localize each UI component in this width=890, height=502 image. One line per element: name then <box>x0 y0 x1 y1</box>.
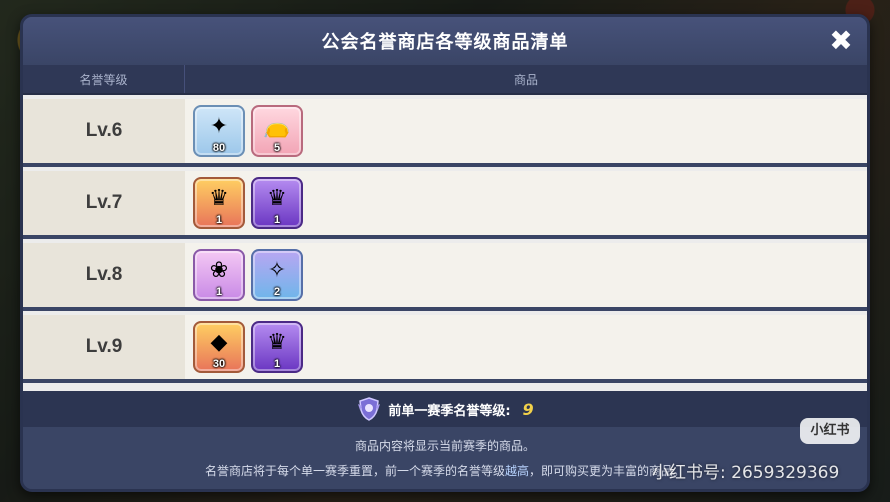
shop-item[interactable]: ♛ 1 <box>251 177 303 229</box>
watermark-id: 小红书号: 2659329369 <box>652 463 840 483</box>
star-shard-icon: ✦ <box>209 114 229 139</box>
shop-item[interactable]: ◆ 30 <box>193 321 245 373</box>
level-label: Lv.7 <box>23 171 185 235</box>
item-slots: ♛ 1 ♛ 1 <box>185 171 867 235</box>
note-line-2-part-a: 名誉商店将于每个单一赛季重置，前一个赛季的名誉等级 <box>204 464 505 478</box>
item-count: 1 <box>273 214 281 226</box>
item-count: 5 <box>273 142 281 154</box>
season-level-value: 9 <box>522 399 534 419</box>
item-count: 30 <box>212 358 226 370</box>
modal-title: 公会名誉商店各等级商品清单 <box>321 32 569 53</box>
crest-gold-icon: ♛ <box>267 330 287 355</box>
item-count: 80 <box>212 142 226 154</box>
item-count: 1 <box>215 214 223 226</box>
item-count: 1 <box>273 358 281 370</box>
honor-shield-icon <box>356 396 382 422</box>
wand-star-icon: ✧ <box>267 258 287 283</box>
cookie-pouch-icon: 👝 <box>263 114 291 139</box>
shop-item[interactable]: ✧ 2 <box>251 249 303 301</box>
item-count: 2 <box>273 286 281 298</box>
item-slots: ✦ 80 👝 5 <box>185 99 867 163</box>
level-row: Lv.8 ❀ 1 ✧ 2 <box>23 243 867 311</box>
crest-pink-icon: ❀ <box>209 258 229 283</box>
chest-icon: ◆ <box>210 330 228 355</box>
watermark-badge: 小红书 <box>800 418 860 444</box>
season-level-bar: 前单一赛季名誉等级: 9 <box>23 391 867 427</box>
table-header: 名誉等级 商品 <box>23 65 867 95</box>
note-line-2-highlight: 越高 <box>504 464 529 478</box>
item-slots: ◆ 30 ♛ 1 <box>185 315 867 379</box>
column-header-level: 名誉等级 <box>23 65 185 93</box>
column-header-items: 商品 <box>513 72 538 87</box>
shop-item[interactable]: ✦ 80 <box>193 105 245 157</box>
season-level-label: 前单一赛季名誉等级: <box>388 403 511 419</box>
level-label: Lv.9 <box>23 315 185 379</box>
level-list[interactable]: Lv.6 ✦ 80 👝 5 Lv.7 ♛ 1 ♛ 1 Lv.8 ❀ 1 ✧ 2 Lv.9 ◆ 30 ♛ 1 <box>23 95 867 391</box>
level-label: Lv.8 <box>23 243 185 307</box>
item-slots: ❀ 1 ✧ 2 <box>185 243 867 307</box>
level-row: Lv.9 ◆ 30 ♛ 1 <box>23 315 867 383</box>
crest-red-icon: ♛ <box>209 186 229 211</box>
close-icon[interactable]: ✖ <box>827 27 855 55</box>
level-label: Lv.6 <box>23 99 185 163</box>
item-count: 1 <box>215 286 223 298</box>
note-line-1: 商品内容将显示当前赛季的商品。 <box>354 439 535 453</box>
level-row: Lv.7 ♛ 1 ♛ 1 <box>23 171 867 239</box>
shop-item[interactable]: ♛ 1 <box>193 177 245 229</box>
shop-item[interactable]: 👝 5 <box>251 105 303 157</box>
shop-item[interactable]: ♛ 1 <box>251 321 303 373</box>
honor-shop-modal: 公会名誉商店各等级商品清单 ✖ 名誉等级 商品 Lv.6 ✦ 80 👝 5 Lv.7 ♛ 1 ♛… <box>20 14 870 492</box>
modal-title-bar: 公会名誉商店各等级商品清单 ✖ <box>23 17 867 65</box>
shop-item[interactable]: ❀ 1 <box>193 249 245 301</box>
crest-gold-icon: ♛ <box>267 186 287 211</box>
level-row: Lv.6 ✦ 80 👝 5 <box>23 99 867 167</box>
